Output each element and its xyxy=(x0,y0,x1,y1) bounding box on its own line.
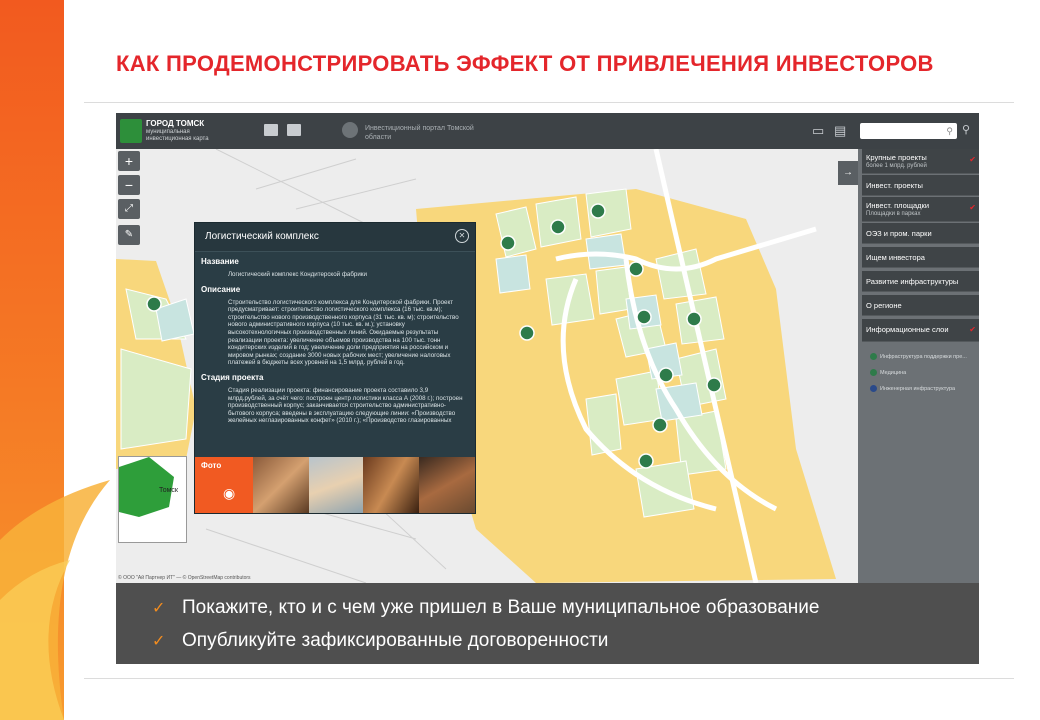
collapse-panel-button[interactable]: → xyxy=(838,161,858,185)
slide-title: КАК ПРОДЕМОНСТРИРОВАТЬ ЭФФЕКТ ОТ ПРИВЛЕЧ… xyxy=(116,51,934,76)
check-icon: ✔ xyxy=(969,203,976,212)
app-subtitle: муниципальная инвестиционная карта xyxy=(146,129,209,142)
layer-icon xyxy=(870,353,877,360)
photo-strip: Фото ◉ xyxy=(195,457,475,513)
print-icon-2[interactable]: ▤ xyxy=(834,123,846,139)
section-text: Стадия реализации проекта: финансировани… xyxy=(228,386,463,425)
photo-button[interactable]: Фото ◉ xyxy=(195,457,253,513)
sidebar-item-large-projects[interactable]: Крупные проекты более 1 млрд. рублей ✔ xyxy=(862,149,979,174)
layer-item[interactable]: Инфраструктура поддержки пре... xyxy=(870,353,967,360)
sidebar-item-sez[interactable]: ОЭЗ и пром. парки xyxy=(862,223,979,244)
object-popup: Логистический комплекс ✕ Название Логист… xyxy=(194,222,476,514)
bottom-divider xyxy=(84,678,1014,679)
search-input[interactable]: ⚲ xyxy=(860,123,957,139)
layer-icon xyxy=(870,385,877,392)
sidebar-item-infrastructure[interactable]: Развитие инфраструктуры xyxy=(862,271,979,292)
sidebar-item-invest-sites[interactable]: Инвест. площадки Площадки в парках ✔ xyxy=(862,197,979,222)
close-icon[interactable]: ✕ xyxy=(455,229,469,243)
sidebar-item-sub: Площадки в парках xyxy=(866,211,921,217)
sidebar-item-label: Ищем инвестора xyxy=(866,253,925,262)
sidebar-item-label: О регионе xyxy=(866,301,902,310)
section-heading: Стадия проекта xyxy=(201,372,264,382)
tomsk-crest-icon xyxy=(120,119,142,143)
photo-thumbnail[interactable] xyxy=(363,457,419,513)
minimap-label: Томск xyxy=(159,487,178,494)
sidebar-item-invest-projects[interactable]: Инвест. проекты xyxy=(862,175,979,196)
app-topbar: ГОРОД ТОМСК муниципальная инвестиционная… xyxy=(116,113,979,149)
region-emblem-icon xyxy=(342,122,358,138)
portal-link[interactable]: Инвестиционный портал Томской области xyxy=(365,124,475,142)
section-text: Строительство логистического комплекса д… xyxy=(228,298,459,367)
bullet-item: ✓ Покажите, кто и с чем уже пришел в Ваше… xyxy=(152,597,820,618)
layers-panel: Крупные проекты более 1 млрд. рублей ✔ И… xyxy=(858,149,979,583)
photo-thumbnail[interactable] xyxy=(253,457,309,513)
app-city: ГОРОД ТОМСК xyxy=(146,119,205,128)
section-heading: Название xyxy=(201,257,239,266)
zoom-search-icon[interactable]: ⚲ xyxy=(962,123,970,136)
sidebar-item-label: Крупные проекты xyxy=(866,153,927,162)
checkmark-icon: ✓ xyxy=(152,633,166,650)
sidebar-item-label: Инвест. проекты xyxy=(866,181,923,190)
layer-item[interactable]: Медицина xyxy=(870,369,906,376)
section-heading: Описание xyxy=(201,284,241,294)
monitor-icon[interactable]: ▭ xyxy=(812,123,824,139)
sidebar-item-label: ОЭЗ и пром. парки xyxy=(866,229,932,238)
sidebar-item-seek-investor[interactable]: Ищем инвестора xyxy=(862,247,979,268)
print-icon[interactable] xyxy=(287,124,301,136)
minimap-region-shape xyxy=(119,457,174,517)
layer-item[interactable]: Инженерная инфраструктура xyxy=(870,385,955,392)
sidebar-item-label: Инвест. площадки xyxy=(866,201,930,210)
layer-icon xyxy=(870,369,877,376)
sidebar-item-label: Развитие инфраструктуры xyxy=(866,277,959,286)
zoom-in-button[interactable]: + xyxy=(118,151,140,171)
photo-thumbnail[interactable] xyxy=(419,457,475,513)
camera-icon: ◉ xyxy=(223,485,236,501)
book-icon[interactable] xyxy=(264,124,278,136)
popup-title: Логистический комплекс xyxy=(205,231,319,242)
top-divider xyxy=(84,102,1014,103)
measure-button[interactable]: ✎ xyxy=(118,225,140,245)
fullscreen-button[interactable]: ⤢ xyxy=(118,199,140,219)
map-screenshot: ГОРОД ТОМСК муниципальная инвестиционная… xyxy=(116,113,979,583)
section-text: Логистический комплекс Кондитерской фабр… xyxy=(228,271,367,278)
sidebar-item-label: Информационные слои xyxy=(866,325,949,334)
bullet-item: ✓ Опубликуйте зафиксированные договоренно… xyxy=(152,630,609,651)
check-icon: ✔ xyxy=(969,325,976,334)
popup-body[interactable]: Название Логистический комплекс Кондитер… xyxy=(201,255,465,455)
sidebar-item-sub: более 1 млрд. рублей xyxy=(866,163,927,169)
checkmark-icon: ✓ xyxy=(152,600,166,617)
photo-thumbnail[interactable] xyxy=(309,457,363,513)
photo-label: Фото xyxy=(201,461,222,470)
popup-header: Логистический комплекс ✕ xyxy=(195,223,475,252)
check-icon: ✔ xyxy=(969,155,976,164)
search-icon[interactable]: ⚲ xyxy=(946,126,953,137)
minimap[interactable]: Томск xyxy=(118,456,187,543)
map-attribution: © ООО "Ай Партнер ИТ" — © OpenStreetMap … xyxy=(118,575,251,581)
bullet-box: ✓ Покажите, кто и с чем уже пришел в Ваше… xyxy=(116,583,979,664)
zoom-out-button[interactable]: − xyxy=(118,175,140,195)
sidebar-item-info-layers[interactable]: Информационные слои ✔ xyxy=(862,319,979,342)
sidebar-item-about-region[interactable]: О регионе xyxy=(862,295,979,316)
